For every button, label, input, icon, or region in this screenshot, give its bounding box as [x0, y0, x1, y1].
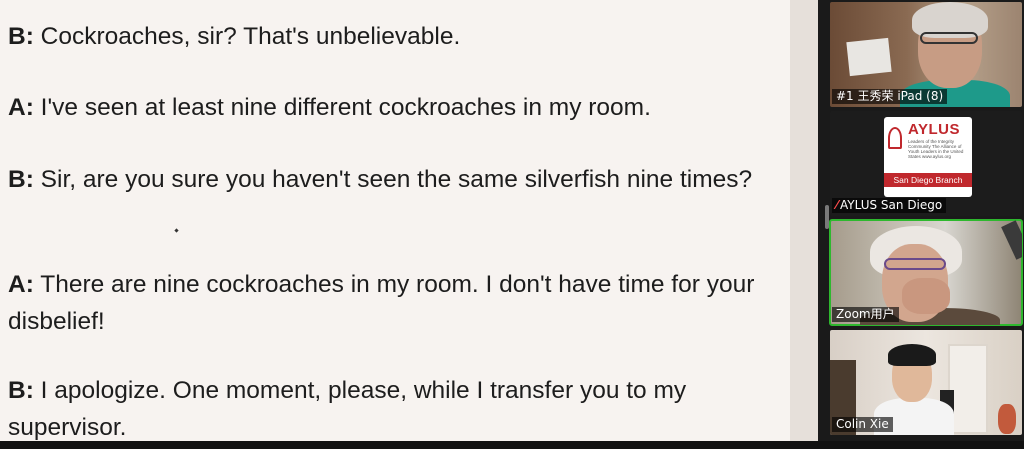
speaker-label: B: [8, 166, 34, 193]
participant-tile-2[interactable]: AYLUS Leaders of the Integrity Community… [830, 111, 1022, 216]
background-door [948, 344, 988, 434]
muted-mic-icon: ⁄ [836, 198, 839, 212]
background-lamp [1001, 220, 1022, 260]
background-door [846, 37, 892, 77]
participant-name: AYLUS San Diego [840, 198, 943, 212]
participant-name: Zoom用户 [832, 307, 899, 322]
transcript-line-3: B: Sir, are you sure you haven't seen th… [8, 161, 778, 198]
speaker-label: A: [8, 271, 34, 298]
torch-icon [888, 127, 902, 149]
participant-tile-4[interactable]: Colin Xie [830, 330, 1022, 435]
transcript-line-2: A: I've seen at least nine different coc… [8, 89, 778, 126]
participant-name-row: ⁄ AYLUS San Diego [832, 198, 947, 213]
logo-title: AYLUS [908, 121, 960, 138]
logo-tagline: Leaders of the Integrity Community The A… [908, 139, 964, 159]
bottom-bar [0, 441, 1024, 449]
dialogue-text: There are nine cockroaches in my room. I… [8, 271, 755, 335]
transcript-line-4: A: There are nine cockroaches in my room… [8, 266, 778, 340]
participant-video [888, 344, 936, 366]
participant-tile-1[interactable]: #1 王秀荣 iPad (8) [830, 2, 1022, 107]
dialogue-text: I apologize. One moment, please, while I… [8, 377, 687, 441]
zoom-gallery-panel: #1 王秀荣 iPad (8) AYLUS Leaders of the Int… [818, 0, 1024, 441]
participant-video [884, 258, 946, 270]
participant-tile-3[interactable]: Zoom用户 [829, 219, 1023, 326]
aylus-logo: AYLUS Leaders of the Integrity Community… [884, 117, 972, 197]
logo-branch: San Diego Branch [884, 173, 972, 187]
participant-name: #1 王秀荣 iPad (8) [832, 89, 948, 104]
shared-document: B: Cockroaches, sir? That's unbelievable… [0, 0, 790, 441]
gallery-scroll-handle[interactable] [825, 205, 829, 229]
dialogue-text: Cockroaches, sir? That's unbelievable. [33, 23, 461, 50]
transcript-line-5: B: I apologize. One moment, please, whil… [8, 372, 778, 441]
background-plant [998, 404, 1016, 434]
transcript-line-1: B: Cockroaches, sir? That's unbelievable… [8, 18, 778, 55]
participant-video [920, 32, 978, 44]
dialogue-text: I've seen at least nine different cockro… [33, 94, 651, 121]
mouse-cursor-icon [174, 228, 179, 233]
dialogue-text: Sir, are you sure you haven't seen the s… [33, 166, 753, 193]
participant-video [902, 278, 950, 314]
speaker-label: A: [8, 94, 34, 121]
speaker-label: B: [8, 23, 34, 50]
speaker-label: B: [8, 377, 34, 404]
participant-name: Colin Xie [832, 417, 893, 432]
panel-divider [790, 0, 818, 441]
